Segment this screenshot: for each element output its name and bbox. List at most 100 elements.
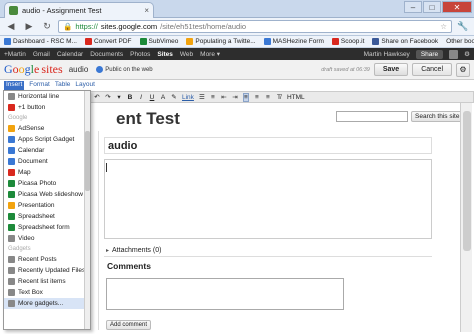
align-right-icon[interactable]: ≡ (265, 94, 271, 101)
page-scrollbar-thumb[interactable] (463, 111, 471, 251)
browser-tab[interactable]: audio - Assignment Test × (4, 2, 154, 18)
other-bookmarks[interactable]: Other bookmarks (446, 38, 474, 45)
close-tab-icon[interactable]: × (144, 6, 149, 15)
highlight-icon[interactable]: ✎ (171, 93, 177, 101)
apps-script-gadget-icon (8, 136, 15, 143)
insert-menu-item-adsense[interactable]: AdSense (4, 123, 90, 134)
insert-menu-item-more-gadgets[interactable]: More gadgets... (4, 298, 90, 309)
gbar-photos[interactable]: Photos (130, 51, 150, 58)
insert-menu-item-recent-posts[interactable]: Recent Posts (4, 254, 90, 265)
sharing-status[interactable]: Public on the web (96, 66, 153, 73)
gbar-gear-icon[interactable]: ⚙ (464, 50, 470, 58)
maximize-icon[interactable]: □ (423, 1, 441, 13)
insert-menu-item-document[interactable]: Document (4, 156, 90, 167)
align-left-icon[interactable]: ≡ (242, 92, 249, 102)
wrench-icon[interactable]: 🔧 (456, 20, 470, 34)
insert-menu-item-recently-updated-files[interactable]: Recently Updated Files (4, 265, 90, 276)
clear-format-icon[interactable]: T̸ (276, 94, 282, 101)
user-name[interactable]: Martin Hawksey (364, 51, 410, 58)
1-button-icon (8, 104, 15, 111)
insert-menu-item-spreadsheet-form[interactable]: Spreadsheet form (4, 222, 90, 233)
menu-insert[interactable]: Insert (4, 81, 25, 90)
cancel-button[interactable]: Cancel (412, 63, 452, 76)
html-button[interactable]: HTML (287, 94, 305, 101)
insert-menu-item-apps-script-gadget[interactable]: Apps Script Gadget (4, 134, 90, 145)
page-heading[interactable]: audio (104, 137, 432, 154)
menu-format[interactable]: Format (29, 81, 50, 90)
align-center-icon[interactable]: ≡ (254, 94, 260, 101)
insert-menu-item-picasa-photo[interactable]: Picasa Photo (4, 178, 90, 189)
font-dropdown-icon[interactable]: ▾ (116, 93, 122, 101)
bookmark-star-icon[interactable]: ☆ (440, 22, 447, 31)
menu-layout[interactable]: Layout (75, 81, 95, 90)
insert-menu-item-horizontal-line[interactable]: Horizontal line (4, 91, 90, 102)
sites-header: Google sites audio Public on the web draf… (0, 60, 474, 80)
back-icon[interactable]: ◀ (4, 20, 18, 34)
undo-icon[interactable]: ↶ (94, 93, 100, 101)
numbered-list-icon[interactable]: ☰ (199, 93, 205, 101)
search-site-button[interactable]: Search this site (411, 111, 464, 122)
bold-button[interactable]: B (127, 94, 133, 101)
insert-menu-item-presentation[interactable]: Presentation (4, 200, 90, 211)
share-button[interactable]: Share (415, 49, 444, 59)
menu-scrollbar-thumb[interactable] (85, 131, 90, 191)
attachments-toggle[interactable]: ▸ Attachments (0) (104, 244, 432, 257)
comments-heading: Comments (107, 261, 151, 271)
insert-menu-item-1-button[interactable]: +1 button (4, 102, 90, 113)
redo-icon[interactable]: ↷ (105, 93, 111, 101)
save-button[interactable]: Save (373, 63, 409, 76)
bookmark-item[interactable]: Dashboard - RSC M... (4, 38, 77, 45)
browser-titlebar: audio - Assignment Test × – □ ✕ (0, 0, 474, 18)
insert-menu-item-map[interactable]: Map (4, 167, 90, 178)
underline-button[interactable]: U (149, 94, 155, 101)
page-body-editor[interactable] (104, 159, 432, 239)
add-comment-button[interactable]: Add comment (106, 320, 152, 330)
bookmark-item[interactable]: SubVimeo (139, 38, 178, 45)
insert-menu-item-video[interactable]: Video▸ (4, 233, 90, 244)
lock-icon: 🔒 (63, 22, 73, 31)
page-scrollbar[interactable] (460, 103, 472, 332)
gbar-gmail[interactable]: Gmail (33, 51, 50, 58)
menu-scrollbar[interactable] (84, 91, 90, 329)
italic-button[interactable]: I (138, 94, 144, 101)
link-button[interactable]: Link (182, 94, 194, 101)
gbar-sites[interactable]: Sites (157, 51, 173, 58)
site-search-input[interactable] (336, 111, 408, 122)
outdent-icon[interactable]: ⇤ (221, 93, 227, 101)
avatar[interactable] (449, 49, 459, 59)
globe-icon (96, 66, 104, 73)
reload-icon[interactable]: ↻ (40, 20, 54, 34)
indent-icon[interactable]: ⇥ (232, 93, 238, 101)
insert-menu-item-text-box[interactable]: Text Box (4, 287, 90, 298)
bulleted-list-icon[interactable]: ≡ (210, 94, 216, 101)
gear-icon[interactable]: ⚙ (456, 62, 470, 77)
menu-section-google: Google (8, 115, 28, 121)
insert-menu-item-spreadsheet[interactable]: Spreadsheet (4, 211, 90, 222)
bookmark-item[interactable]: Convert PDF (84, 38, 132, 45)
tab-title: audio - Assignment Test (22, 6, 102, 15)
gbar-web[interactable]: Web (180, 51, 193, 58)
bookmark-item[interactable]: MASHezine Form (263, 38, 324, 45)
gbar-calendar[interactable]: Calendar (57, 51, 83, 58)
insert-menu-item-picasa-web-slideshow[interactable]: Picasa Web slideshow (4, 189, 90, 200)
bookmark-item[interactable]: Share on Facebook (372, 38, 438, 45)
gbar-documents[interactable]: Documents (90, 51, 123, 58)
insert-menu-item-recent-list-items[interactable]: Recent list items (4, 276, 90, 287)
menu-table[interactable]: Table (55, 81, 71, 90)
text-caret (106, 163, 107, 172)
comment-textarea[interactable] (106, 278, 344, 310)
close-window-icon[interactable]: ✕ (442, 1, 472, 13)
gbar-more[interactable]: More ▾ (200, 50, 220, 58)
site-title: ent Test (116, 109, 180, 128)
minimize-icon[interactable]: – (404, 1, 422, 13)
google-sites-logo[interactable]: Google sites (4, 62, 63, 77)
insert-menu-item-calendar[interactable]: Calendar (4, 145, 90, 156)
url-input[interactable]: 🔒 https://sites.google.com/site/eh51test… (58, 20, 452, 33)
gbar-martin[interactable]: +Martin (4, 51, 26, 58)
editor-toolbar: ↶ ↷ ▾ B I U A ✎ Link ☰ ≡ ⇤ ⇥ ≡ ≡ ≡ T̸ HT… (90, 91, 474, 103)
text-color-icon[interactable]: A (160, 94, 166, 101)
more-gadgets-icon (8, 300, 15, 307)
forward-icon[interactable]: ▶ (22, 20, 36, 34)
bookmark-item[interactable]: Populating a Twitte... (186, 38, 256, 45)
bookmark-item[interactable]: Scoop.it (331, 38, 364, 45)
